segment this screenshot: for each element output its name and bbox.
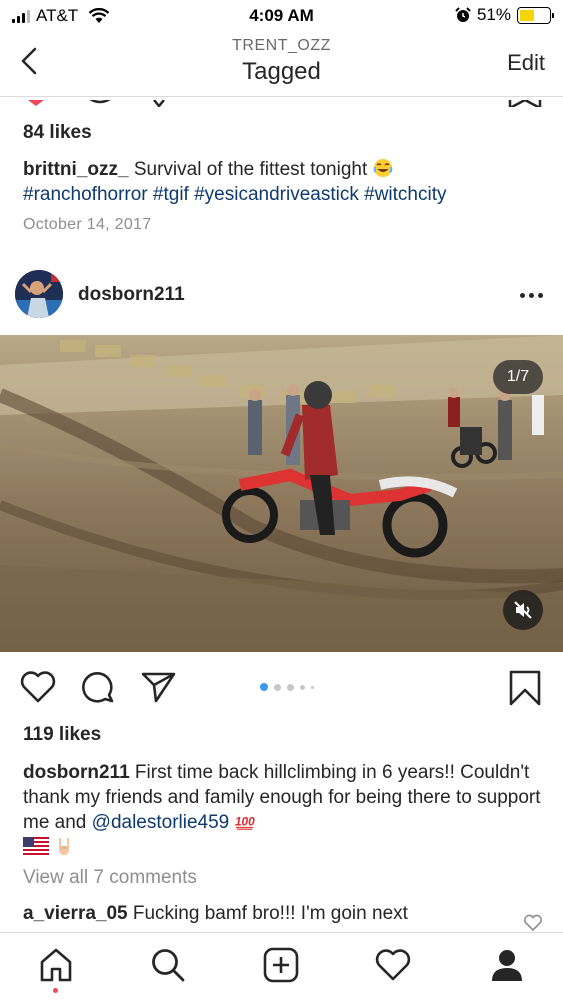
post-media[interactable]: 1/7 xyxy=(0,335,563,652)
hashtag[interactable]: #yesicandriveastick xyxy=(194,184,359,205)
previous-post-likes[interactable]: 84 likes xyxy=(23,122,92,144)
post-likes[interactable]: 119 likes xyxy=(23,724,101,746)
profile-icon[interactable] xyxy=(489,947,525,983)
edit-button[interactable]: Edit xyxy=(507,50,545,76)
battery-percent: 51% xyxy=(476,5,511,24)
share-icon xyxy=(153,99,165,107)
mention-link[interactable]: @dalestorlie459 xyxy=(92,812,230,833)
caption-username[interactable]: brittni_ozz_ xyxy=(23,159,129,180)
like-heart-icon[interactable] xyxy=(20,670,56,704)
nav-header: TRENT_OZZ Tagged Edit xyxy=(0,32,563,97)
caption-text: Survival of the fittest tonight xyxy=(128,159,373,180)
battery-icon xyxy=(517,6,554,24)
page-title: Tagged xyxy=(242,58,321,85)
mute-button[interactable] xyxy=(503,590,543,630)
hashtag[interactable]: #tgif xyxy=(153,184,189,205)
post-username[interactable]: dosborn211 xyxy=(78,284,185,306)
alarm-icon xyxy=(455,7,471,22)
hashtag[interactable]: #ranchofhorror xyxy=(23,184,148,205)
more-options-button[interactable] xyxy=(520,293,543,298)
previous-post-actions xyxy=(0,97,563,107)
wifi-icon xyxy=(88,8,110,23)
comment-like-heart-icon[interactable] xyxy=(523,914,543,932)
tab-bar xyxy=(0,932,563,1000)
bookmark-icon xyxy=(508,98,542,107)
share-icon[interactable] xyxy=(140,670,176,704)
speaker-muted-icon xyxy=(514,601,532,619)
sign-of-horns-emoji xyxy=(59,838,70,855)
motocross-photo xyxy=(0,335,563,652)
caption-username[interactable]: dosborn211 xyxy=(23,762,130,783)
comment-icon xyxy=(85,97,115,104)
heart-filled-icon xyxy=(28,100,44,106)
profile-username-subtitle: TRENT_OZZ xyxy=(232,37,331,54)
hashtag[interactable]: #witchcity xyxy=(364,184,446,205)
carousel-indicator xyxy=(260,683,314,691)
post-caption: dosborn211 First time back hillclimbing … xyxy=(23,760,543,860)
comment: a_vierra_05 Fucking bamf bro!!! I'm goin… xyxy=(23,901,503,926)
activity-heart-icon[interactable] xyxy=(375,947,411,983)
notification-dot xyxy=(53,988,58,993)
home-icon[interactable] xyxy=(38,947,74,983)
cell-signal-icon xyxy=(12,9,30,23)
previous-post-caption: brittni_ozz_ Survival of the fittest ton… xyxy=(23,157,543,207)
bookmark-icon[interactable] xyxy=(508,670,542,706)
previous-post-date: October 14, 2017 xyxy=(23,216,152,233)
avatar[interactable] xyxy=(15,270,63,318)
carrier-name: AT&T xyxy=(36,6,79,25)
joy-emoji xyxy=(373,159,392,177)
comment-username[interactable]: a_vierra_05 xyxy=(23,903,128,924)
media-counter: 1/7 xyxy=(493,360,543,394)
hundred-points-emoji: 100 xyxy=(235,815,255,830)
search-icon[interactable] xyxy=(150,947,186,983)
us-flag-emoji xyxy=(23,837,49,855)
new-post-icon[interactable] xyxy=(263,947,299,983)
post-actions xyxy=(0,668,563,708)
status-bar: AT&T 4:09 AM 51% xyxy=(0,0,563,32)
comment-icon[interactable] xyxy=(80,670,116,704)
comment-text: Fucking bamf bro!!! I'm goin next xyxy=(127,903,408,924)
view-all-comments-link[interactable]: View all 7 comments xyxy=(23,867,197,889)
svg-text:100: 100 xyxy=(235,815,255,829)
